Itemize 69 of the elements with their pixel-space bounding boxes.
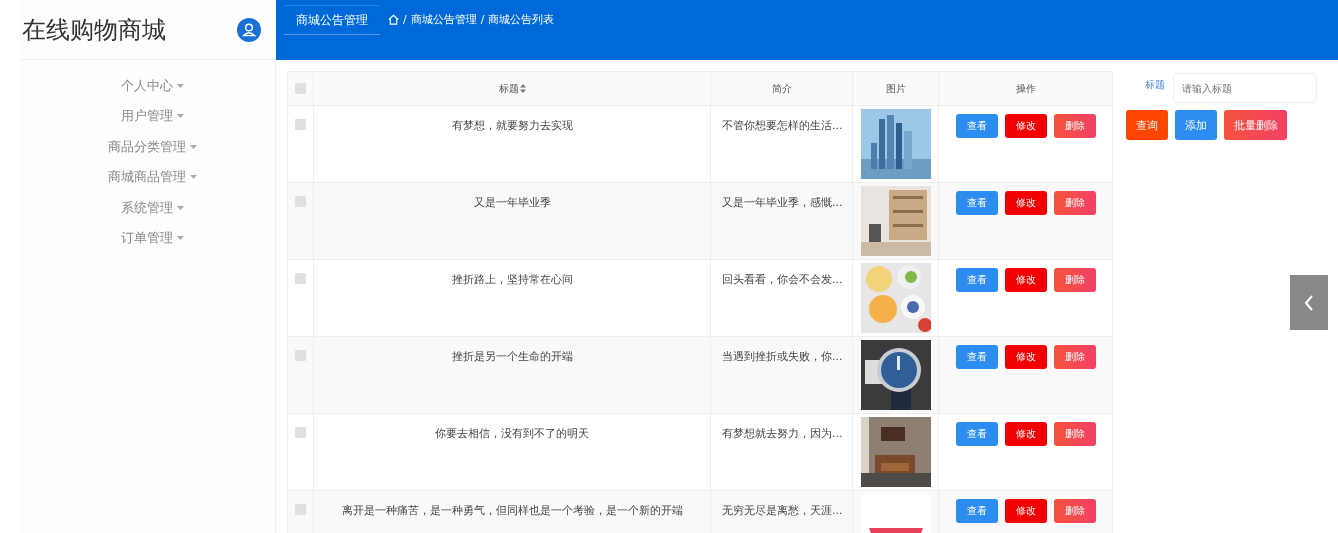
caret-icon xyxy=(190,144,197,149)
table-cell-text: 当遇到挫折或失败，你... xyxy=(721,349,844,364)
table-cell-text: 回头看看，你会不会发... xyxy=(721,272,844,287)
table-cell-text: 你要去相信，没有到不了的明天 xyxy=(434,426,590,441)
add-button[interactable]: 添加 xyxy=(1175,110,1217,140)
sidebar-item[interactable]: 系统管理 xyxy=(121,198,173,217)
sidebar-item[interactable]: 商品分类管理 xyxy=(108,137,186,156)
view-button[interactable]: 查看 xyxy=(956,422,998,446)
edit-button[interactable]: 修改 xyxy=(1005,268,1047,292)
chevron-left-icon xyxy=(1303,293,1315,312)
breadcrumb-separator: / xyxy=(403,13,407,26)
table-cell-text: 无穷无尽是离愁，天涯... xyxy=(721,503,844,518)
search-field[interactable]: 请输入标题 xyxy=(1173,73,1317,103)
caret-icon xyxy=(177,236,184,241)
row-checkbox[interactable] xyxy=(295,119,306,130)
edit-button[interactable]: 修改 xyxy=(1005,191,1047,215)
view-button[interactable]: 查看 xyxy=(956,268,998,292)
row-checkbox[interactable] xyxy=(295,273,306,284)
sidebar-item[interactable]: 用户管理 xyxy=(121,107,173,126)
table-cell-text: 有梦想，就要努力去实现 xyxy=(450,118,574,133)
column-header[interactable]: 标题 xyxy=(498,81,519,96)
view-button[interactable]: 查看 xyxy=(956,345,998,369)
field-label: 标题 xyxy=(1145,78,1165,92)
search-button[interactable]: 查询 xyxy=(1126,110,1168,140)
breadcrumb-separator: / xyxy=(480,13,485,26)
column-header: 操作 xyxy=(1015,82,1036,94)
delete-button[interactable]: 删除 xyxy=(1054,345,1096,369)
row-checkbox[interactable] xyxy=(295,196,306,207)
row-checkbox[interactable] xyxy=(295,504,306,515)
sort-icon[interactable] xyxy=(519,84,526,93)
select-all-checkbox[interactable] xyxy=(295,83,306,94)
caret-icon xyxy=(177,114,184,119)
table-cell-text: 挫折是另一个生命的开端 xyxy=(450,349,574,364)
caret-icon xyxy=(190,175,197,180)
row-checkbox[interactable] xyxy=(295,427,306,438)
row-checkbox[interactable] xyxy=(295,350,306,361)
edit-button[interactable]: 修改 xyxy=(1005,345,1047,369)
column-header: 图片 xyxy=(885,82,906,94)
table-cell-text: 又是一年毕业季，感慨... xyxy=(721,195,844,210)
caret-icon xyxy=(177,205,184,210)
table-cell-text: 有梦想就去努力，因为... xyxy=(721,426,844,441)
table-cell-text: 挫折路上，坚持常在心间 xyxy=(450,272,574,287)
drawer-toggle-button[interactable] xyxy=(1290,275,1328,330)
sidebar-item[interactable]: 商城商品管理 xyxy=(108,168,186,187)
table-cell-text: 又是一年毕业季 xyxy=(472,195,552,210)
view-button[interactable]: 查看 xyxy=(956,114,998,138)
app-title: 在线购物商城 xyxy=(22,14,166,46)
sidebar-item[interactable]: 订单管理 xyxy=(121,229,173,248)
caret-icon xyxy=(177,83,184,88)
delete-button[interactable]: 删除 xyxy=(1054,114,1096,138)
edit-button[interactable]: 修改 xyxy=(1005,499,1047,523)
edit-button[interactable]: 修改 xyxy=(1005,114,1047,138)
page-tab[interactable]: 商城公告管理 xyxy=(284,5,380,35)
home-icon[interactable] xyxy=(388,14,399,25)
batch-delete-button[interactable]: 批量删除 xyxy=(1224,110,1287,140)
table-cell-text: 不管你想要怎样的生活... xyxy=(721,118,844,133)
column-header: 简介 xyxy=(771,82,792,94)
delete-button[interactable]: 删除 xyxy=(1054,191,1096,215)
sidebar-item[interactable]: 个人中心 xyxy=(121,76,173,95)
breadcrumb-item[interactable]: 商城公告管理 xyxy=(410,12,477,27)
breadcrumb-item[interactable]: 商城公告列表 xyxy=(488,12,555,27)
edit-button[interactable]: 修改 xyxy=(1005,422,1047,446)
delete-button[interactable]: 删除 xyxy=(1054,268,1096,292)
view-button[interactable]: 查看 xyxy=(956,499,998,523)
delete-button[interactable]: 删除 xyxy=(1054,499,1096,523)
table-cell-text: 离开是一种痛苦，是一种勇气，但同样也是一个考验，是一个新的开端 xyxy=(340,503,684,518)
view-button[interactable]: 查看 xyxy=(956,191,998,215)
user-avatar-icon[interactable] xyxy=(237,17,261,42)
delete-button[interactable]: 删除 xyxy=(1054,422,1096,446)
